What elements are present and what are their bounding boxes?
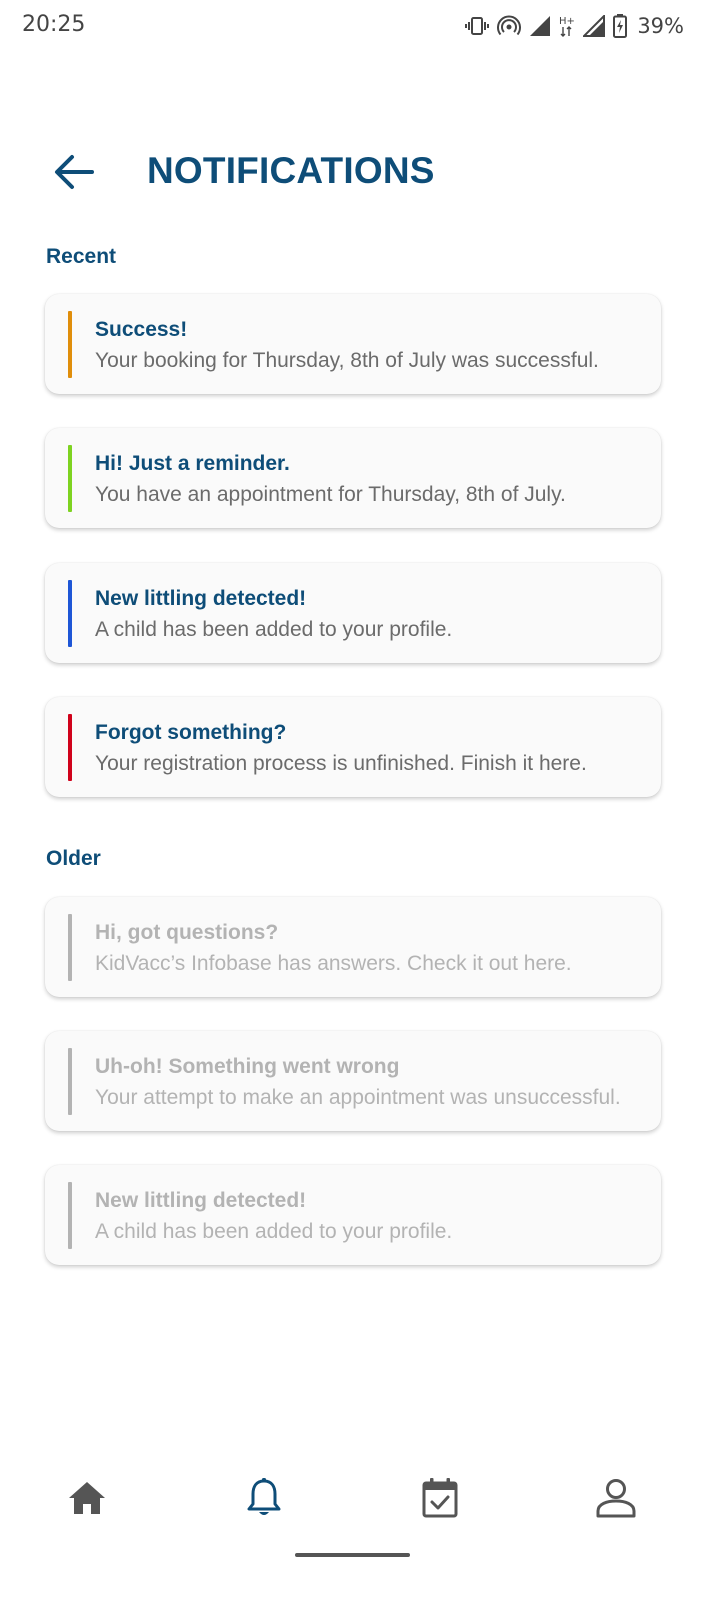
notification-title: New littling detected!: [95, 1189, 307, 1212]
arrow-left-icon: [55, 155, 94, 189]
notification-body: Your attempt to make an appointment was …: [95, 1086, 621, 1109]
accent-bar: [68, 1182, 72, 1249]
battery-percentage: 39%: [637, 14, 684, 38]
nav-appointments[interactable]: [410, 1468, 470, 1528]
notification-card[interactable]: Hi! Just a reminder. You have an appoint…: [45, 428, 661, 528]
notification-card[interactable]: Uh-oh! Something went wrong Your attempt…: [45, 1031, 661, 1131]
notification-title: Forgot something?: [95, 721, 287, 744]
notification-card[interactable]: New littling detected! A child has been …: [45, 1165, 661, 1265]
notification-card[interactable]: Success! Your booking for Thursday, 8th …: [45, 294, 661, 394]
accent-bar: [68, 311, 72, 378]
notification-body: A child has been added to your profile.: [95, 618, 453, 641]
home-indicator[interactable]: [295, 1553, 410, 1557]
notification-title: Uh-oh! Something went wrong: [95, 1055, 400, 1078]
battery-charging-icon: [613, 14, 628, 38]
home-icon: [69, 1482, 105, 1514]
accent-bar: [68, 914, 72, 981]
bell-icon: [247, 1478, 281, 1515]
notification-card[interactable]: Forgot something? Your registration proc…: [45, 697, 661, 797]
svg-text:H+: H+: [559, 16, 575, 27]
page-title: NOTIFICATIONS: [147, 150, 435, 191]
notification-title: Hi! Just a reminder.: [95, 452, 290, 475]
back-button[interactable]: [48, 146, 100, 198]
notification-title: New littling detected!: [95, 587, 307, 610]
accent-bar: [68, 714, 72, 781]
nav-home[interactable]: [57, 1468, 117, 1528]
hotspot-icon: [497, 15, 522, 36]
accent-bar: [68, 1048, 72, 1115]
notification-body: You have an appointment for Thursday, 8t…: [95, 483, 566, 506]
notification-body: Your booking for Thursday, 8th of July w…: [95, 349, 599, 372]
notification-title: Success!: [95, 318, 188, 341]
notification-title: Hi, got questions?: [95, 921, 279, 944]
h-plus-icon: H+: [559, 16, 575, 37]
notification-body: Your registration process is unfinished.…: [95, 752, 587, 775]
notification-body: KidVacc’s Infobase has answers. Check it…: [95, 952, 572, 975]
nav-notifications[interactable]: [234, 1468, 294, 1528]
accent-bar: [68, 445, 72, 512]
bottom-nav: [0, 1460, 720, 1540]
signal-icon: [530, 16, 551, 36]
signal-icon: [583, 15, 606, 37]
nav-profile[interactable]: [586, 1468, 646, 1528]
notification-card[interactable]: Hi, got questions? KidVacc’s Infobase ha…: [45, 897, 661, 997]
section-heading-older: Older: [46, 847, 101, 870]
status-time: 20:25: [22, 12, 86, 37]
status-icons: H+ 39%: [465, 12, 684, 40]
accent-bar: [68, 580, 72, 647]
profile-icon: [596, 1479, 636, 1518]
calendar-check-icon: [422, 1478, 458, 1518]
vibrate-icon: [465, 17, 490, 35]
status-bar: 20:25 H+ 39%: [0, 0, 720, 54]
notification-card[interactable]: New littling detected! A child has been …: [45, 563, 661, 663]
section-heading-recent: Recent: [46, 245, 117, 268]
notification-body: A child has been added to your profile.: [95, 1220, 453, 1243]
